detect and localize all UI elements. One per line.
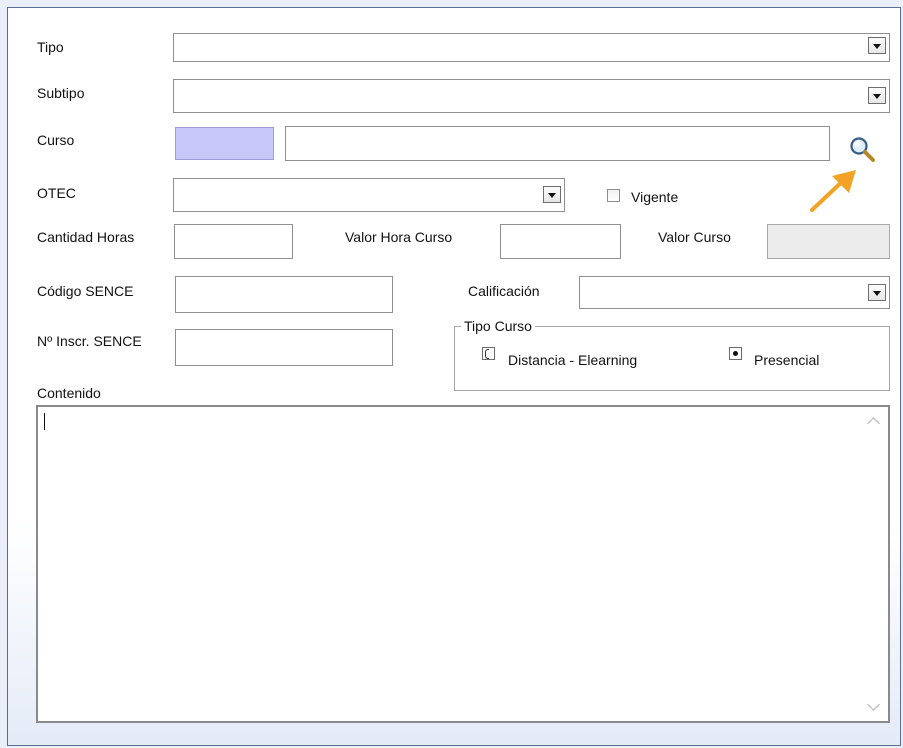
otec-label: OTEC (37, 185, 76, 201)
valor-curso-field (767, 224, 890, 259)
chevron-down-icon[interactable] (868, 37, 886, 54)
otec-dropdown[interactable] (173, 178, 565, 212)
curso-name-field[interactable] (285, 126, 830, 161)
radio-distancia[interactable] (482, 347, 495, 360)
vigente-checkbox[interactable] (607, 189, 620, 202)
chevron-down-icon[interactable] (543, 186, 561, 203)
tipo-curso-legend: Tipo Curso (461, 318, 535, 334)
codigo-sence-label: Código SENCE (37, 283, 134, 299)
curso-label: Curso (37, 132, 75, 148)
cantidad-horas-label: Cantidad Horas (37, 229, 135, 245)
tipo-dropdown[interactable] (173, 33, 890, 62)
chevron-down-icon[interactable] (868, 87, 886, 104)
radio-distancia-label: Distancia - Elearning (508, 352, 638, 368)
form-window: Tipo Subtipo Curso OTEC Vigente Cantidad… (7, 7, 901, 746)
contenido-textarea[interactable] (36, 405, 890, 723)
codigo-sence-field[interactable] (175, 276, 393, 313)
radio-presencial-label: Presencial (754, 352, 820, 368)
calificacion-label: Calificación (468, 283, 540, 299)
contenido-label: Contenido (37, 385, 101, 401)
valor-curso-label: Valor Curso (658, 229, 731, 245)
subtipo-label: Subtipo (37, 85, 85, 101)
orange-arrow-icon (810, 170, 856, 212)
valor-hora-curso-label: Valor Hora Curso (345, 229, 453, 245)
tipo-curso-group: Tipo Curso Distancia - Elearning Presenc… (454, 318, 890, 391)
curso-code-field[interactable] (175, 127, 274, 160)
text-caret (44, 413, 45, 430)
subtipo-dropdown[interactable] (173, 79, 890, 113)
chevron-down-icon[interactable] (868, 284, 886, 301)
radio-presencial[interactable] (729, 347, 742, 360)
inscr-sence-field[interactable] (175, 329, 393, 366)
cantidad-horas-field[interactable] (174, 224, 293, 259)
valor-hora-curso-field[interactable] (500, 224, 621, 259)
scroll-up-icon[interactable] (867, 417, 880, 430)
inscr-sence-label: Nº Inscr. SENCE (37, 333, 142, 349)
scroll-down-icon[interactable] (867, 698, 880, 711)
vigente-label: Vigente (631, 189, 679, 205)
calificacion-dropdown[interactable] (579, 276, 890, 309)
tipo-label: Tipo (37, 39, 64, 55)
